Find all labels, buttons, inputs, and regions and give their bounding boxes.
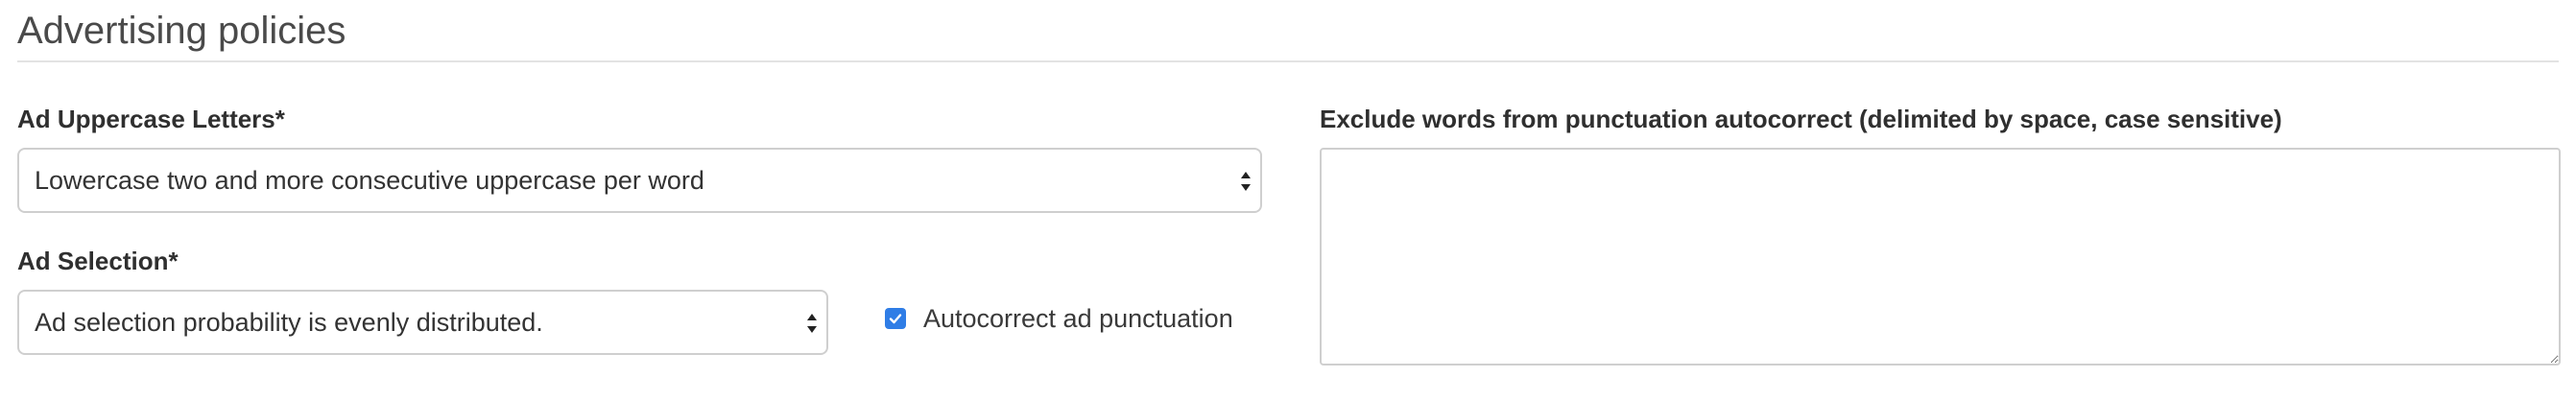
selection-select[interactable]: Ad selection probability is evenly distr… bbox=[17, 290, 828, 355]
checkmark-icon bbox=[889, 314, 902, 324]
selection-selected-value: Ad selection probability is evenly distr… bbox=[35, 308, 543, 337]
uppercase-select[interactable]: Lowercase two and more consecutive upper… bbox=[17, 148, 1262, 213]
advertising-policies-panel: Advertising policies Ad Uppercase Letter… bbox=[0, 0, 2576, 401]
select-caret-icon bbox=[807, 314, 817, 333]
select-caret-icon bbox=[1241, 172, 1251, 191]
exclude-words-textarea[interactable] bbox=[1320, 148, 2561, 366]
autocorrect-punctuation-label: Autocorrect ad punctuation bbox=[923, 303, 1233, 333]
autocorrect-punctuation-toggle[interactable]: Autocorrect ad punctuation bbox=[885, 301, 1233, 336]
uppercase-label: Ad Uppercase Letters* bbox=[17, 105, 285, 133]
exclude-words-label: Exclude words from punctuation autocorre… bbox=[1320, 105, 2282, 133]
section-divider bbox=[17, 60, 2559, 62]
selection-label: Ad Selection* bbox=[17, 247, 179, 275]
uppercase-selected-value: Lowercase two and more consecutive upper… bbox=[35, 166, 704, 195]
autocorrect-punctuation-checkbox[interactable] bbox=[885, 308, 906, 329]
section-title: Advertising policies bbox=[17, 10, 346, 52]
